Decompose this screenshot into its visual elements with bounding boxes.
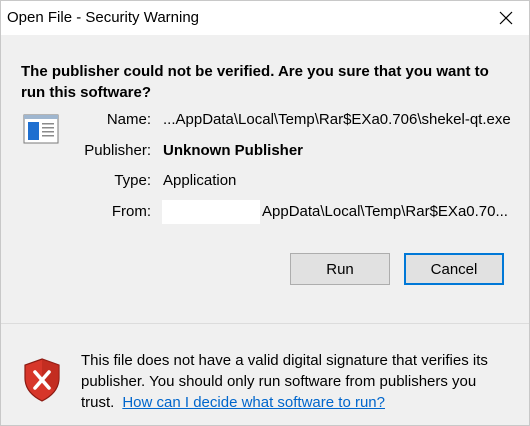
name-value: ...AppData\Local\Temp\Rar$EXa0.706\sheke… (163, 111, 511, 128)
cancel-button[interactable]: Cancel (404, 253, 504, 285)
security-warning-dialog: Open File - Security Warning The publish… (0, 0, 530, 426)
close-icon (499, 11, 513, 25)
from-label: From: (111, 203, 151, 220)
help-link[interactable]: How can I decide what software to run? (122, 394, 385, 411)
footer-message: This file does not have a valid digital … (81, 350, 521, 413)
publisher-label: Publisher: (84, 142, 151, 159)
title-bar: Open File - Security Warning (1, 1, 529, 35)
redacted-region (162, 200, 260, 224)
from-value: AppData\Local\Temp\Rar$EXa0.70... (262, 203, 508, 220)
security-shield-error-icon (24, 358, 60, 402)
publisher-value: Unknown Publisher (163, 142, 304, 159)
window-title: Open File - Security Warning (7, 9, 200, 26)
name-label: Name: (106, 111, 151, 128)
type-label: Type: (114, 172, 151, 189)
close-button[interactable] (483, 1, 529, 35)
warning-heading: The publisher could not be verified. Are… (21, 63, 489, 101)
run-button[interactable]: Run (290, 253, 390, 285)
type-value: Application (163, 172, 237, 189)
footer-panel: This file does not have a valid digital … (1, 324, 529, 425)
